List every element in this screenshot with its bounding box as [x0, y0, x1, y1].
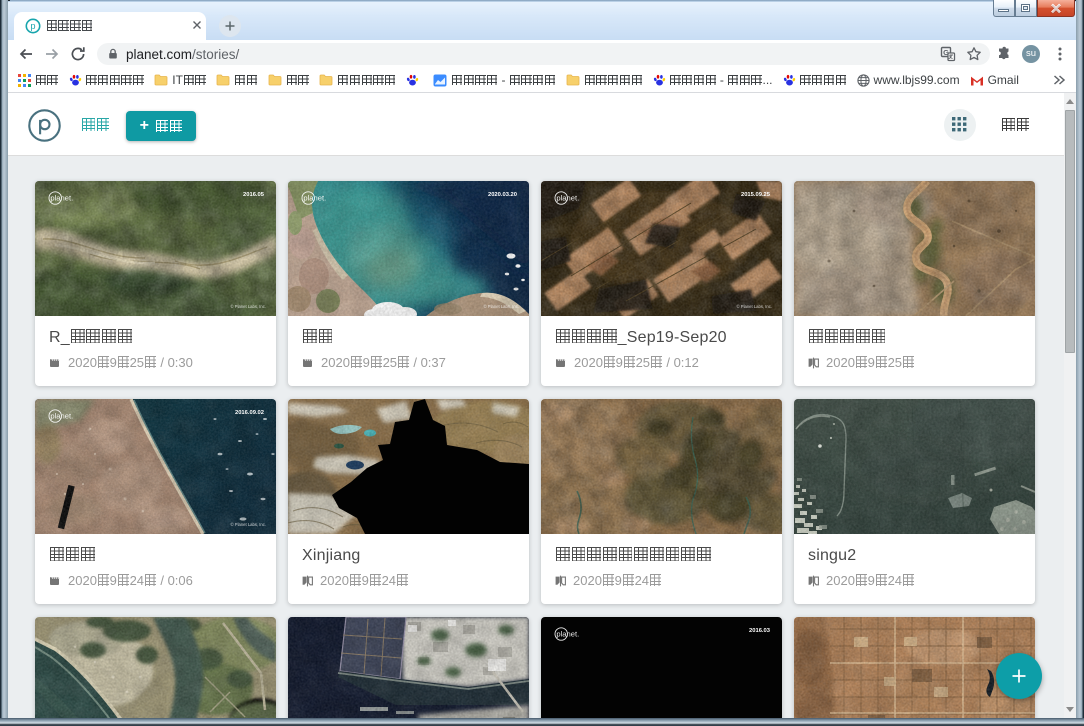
svg-text:planet.: planet. [50, 194, 73, 203]
svg-text:planet.: planet. [50, 412, 73, 421]
svg-text:2015.09.25: 2015.09.25 [741, 192, 771, 198]
svg-text:p: p [30, 21, 35, 31]
svg-text:2016.03: 2016.03 [749, 628, 771, 634]
svg-text:© Planet Labs, Inc.: © Planet Labs, Inc. [231, 522, 266, 527]
svg-text:2016.05: 2016.05 [243, 192, 265, 198]
svg-text:planet.: planet. [556, 630, 579, 639]
svg-text:planet.: planet. [303, 194, 326, 203]
svg-text:© Planet Labs, Inc.: © Planet Labs, Inc. [484, 304, 519, 309]
svg-text:2016.09.02: 2016.09.02 [235, 410, 264, 416]
svg-text:planet.: planet. [556, 194, 579, 203]
svg-text:© Planet Labs, Inc.: © Planet Labs, Inc. [737, 304, 772, 309]
svg-text:© Planet Labs, Inc.: © Planet Labs, Inc. [231, 304, 266, 309]
svg-text:2020.03.20: 2020.03.20 [488, 192, 517, 198]
